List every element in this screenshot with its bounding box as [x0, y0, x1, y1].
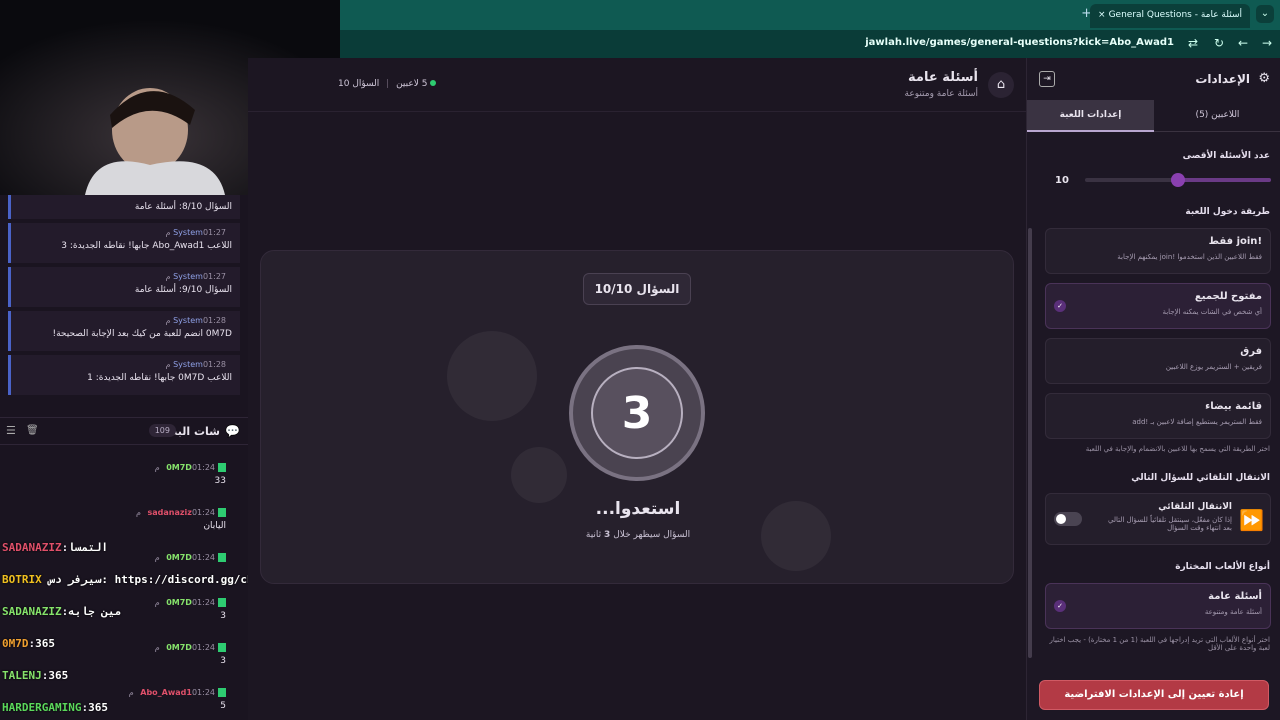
- game-subtitle: أسئلة عامة ومتنوعة: [904, 89, 979, 99]
- forward-icon[interactable]: →: [1262, 36, 1272, 50]
- entry-option-open[interactable]: مفتوح للجميع أي شخص في الشات يمكنه الإجا…: [1045, 283, 1271, 329]
- tab-players[interactable]: اللاعبين (5): [1154, 100, 1280, 132]
- browser-tabbar: + × General Questions - أسئلة عامة ⌄: [340, 0, 1280, 30]
- browser-tab[interactable]: × General Questions - أسئلة عامة: [1090, 4, 1250, 28]
- countdown-ring: 3: [569, 345, 705, 481]
- game-area: ⌂ أسئلة عامة أسئلة عامة ومتنوعة 5 لاعبين…: [248, 58, 1026, 720]
- chat-icon: 💬: [225, 424, 240, 438]
- verified-badge-icon: [218, 598, 226, 607]
- game-header: ⌂ أسئلة عامة أسئلة عامة ومتنوعة 5 لاعبين…: [248, 58, 1026, 112]
- chat-panel: السؤال 8/10: أسئلة عامة System01:27 م ال…: [0, 195, 300, 720]
- system-message: System01:27 م السؤال 9/10: أسئلة عامة: [8, 267, 240, 307]
- verified-badge-icon: [218, 508, 226, 517]
- ready-subtext: السؤال سيظهر خلال 3 ثانية: [585, 530, 691, 540]
- system-message: System01:27 م اللاعب Abo_Awad1 جابها! نق…: [8, 223, 240, 263]
- trash-icon[interactable]: 🗑: [26, 425, 39, 436]
- settings-title: الإعدادات: [1195, 72, 1250, 86]
- system-message: System01:28 م اللاعب 0M7D جابها! نقاطه ا…: [8, 355, 240, 395]
- menu-icon[interactable]: ☰: [6, 424, 16, 437]
- countdown-number: 3: [591, 367, 683, 459]
- entry-option-teams[interactable]: فرق فريقين + الستريمر يوزع اللاعبين: [1045, 338, 1271, 384]
- back-icon[interactable]: ←: [1238, 36, 1248, 50]
- overlay-chat-line: TALENJ:365: [2, 669, 69, 682]
- entry-option-join[interactable]: !join فقط فقط اللاعبين الذين استخدموا !j…: [1045, 228, 1271, 274]
- chat-count-badge: 109: [148, 424, 176, 437]
- players-count: 5 لاعبين: [396, 79, 428, 89]
- collapse-panel-icon[interactable]: ⇥: [1039, 71, 1055, 87]
- question-badge: السؤال 10/10: [583, 273, 691, 305]
- site-settings-icon[interactable]: ⇄: [1188, 36, 1198, 50]
- entry-method-note: اختر الطريقة التي يسمح بها للاعبين بالان…: [1085, 445, 1270, 453]
- verified-badge-icon: [218, 463, 226, 472]
- auto-advance-label: الانتقال التلقائي للسؤال التالي: [1131, 473, 1270, 483]
- overlay-chat-line: 0M7D:365: [2, 637, 55, 650]
- max-questions-value: 10: [1055, 175, 1069, 186]
- question-card: السؤال 10/10 3 استعدوا... السؤال سيظهر خ…: [260, 250, 1014, 584]
- settings-panel: ⚙ الإعدادات ⇥ اللاعبين (5) إعدادات اللعب…: [1026, 58, 1280, 720]
- gear-icon: ⚙: [1258, 71, 1270, 86]
- tab-close-icon[interactable]: ×: [1098, 10, 1106, 22]
- chat-message: 0M7D01:24 م 33: [154, 463, 226, 486]
- slider-thumb[interactable]: [1171, 173, 1185, 187]
- max-questions-slider[interactable]: [1085, 173, 1271, 187]
- check-icon: ✓: [1054, 600, 1066, 612]
- overlay-chat-line: HARDERGAMING:365: [2, 701, 108, 714]
- chat-message: sadanaziz01:24 م اليابان: [136, 508, 226, 531]
- url-field[interactable]: jawlah.live/games/general-questions?kick…: [865, 37, 1174, 48]
- question-progress: السؤال 10: [338, 79, 380, 89]
- fast-forward-icon: ⏩: [1239, 508, 1264, 532]
- settings-scrollbar[interactable]: [1028, 228, 1032, 658]
- address-bar: jawlah.live/games/general-questions?kick…: [340, 30, 1280, 58]
- verified-badge-icon: [218, 688, 226, 697]
- entry-option-whitelist[interactable]: قائمة بيضاء فقط الستريمر يستطيع إضافة لا…: [1045, 393, 1271, 439]
- max-questions-label: عدد الأسئلة الأقصى: [1182, 151, 1270, 161]
- reload-icon[interactable]: ↻: [1214, 36, 1224, 50]
- game-type-general[interactable]: أسئلة عامة أسئلة عامة ومتنوعة ✓: [1045, 583, 1271, 629]
- home-button[interactable]: ⌂: [988, 72, 1014, 98]
- chat-header: 💬 شات البث 109 🗑 ☰: [0, 417, 248, 445]
- settings-tabs: اللاعبين (5) إعدادات اللعبة: [1027, 100, 1280, 132]
- tab-title: General Questions - أسئلة عامة: [1108, 10, 1242, 20]
- chat-message: 0M7D01:24 م: [0, 553, 240, 562]
- verified-badge-icon: [218, 553, 226, 562]
- online-dot-icon: [430, 80, 437, 86]
- game-title: أسئلة عامة: [908, 70, 978, 85]
- tab-game-settings[interactable]: إعدادات اللعبة: [1027, 100, 1154, 132]
- auto-advance-toggle[interactable]: [1054, 512, 1082, 526]
- entry-method-label: طريقة دخول اللعبة: [1185, 207, 1270, 217]
- auto-advance-card: ⏩ الانتقال التلقائي إذا كان مفعّل، سينتق…: [1045, 493, 1271, 545]
- header-info: 5 لاعبين | السؤال 10: [338, 79, 437, 89]
- check-icon: ✓: [1054, 300, 1066, 312]
- game-types-note: اختر أنواع الألعاب التي تريد إدراجها في …: [1049, 636, 1270, 652]
- system-message: System01:28 م 0M7D انضم للعبة من كيك بعد…: [8, 311, 240, 351]
- ready-text: استعدوا...: [595, 499, 681, 519]
- verified-badge-icon: [218, 643, 226, 652]
- reset-defaults-button[interactable]: إعادة تعيين إلى الإعدادات الافتراضية: [1039, 680, 1269, 710]
- overlay-chat-line: SADANAZIZ:مين جابه: [2, 605, 122, 618]
- overlay-chat-line: SADANAZIZ:التمسا: [2, 541, 108, 554]
- game-types-label: أنواع الألعاب المختارة: [1175, 562, 1270, 572]
- system-message: السؤال 8/10: أسئلة عامة: [8, 195, 240, 219]
- chevron-down-icon[interactable]: ⌄: [1256, 5, 1274, 23]
